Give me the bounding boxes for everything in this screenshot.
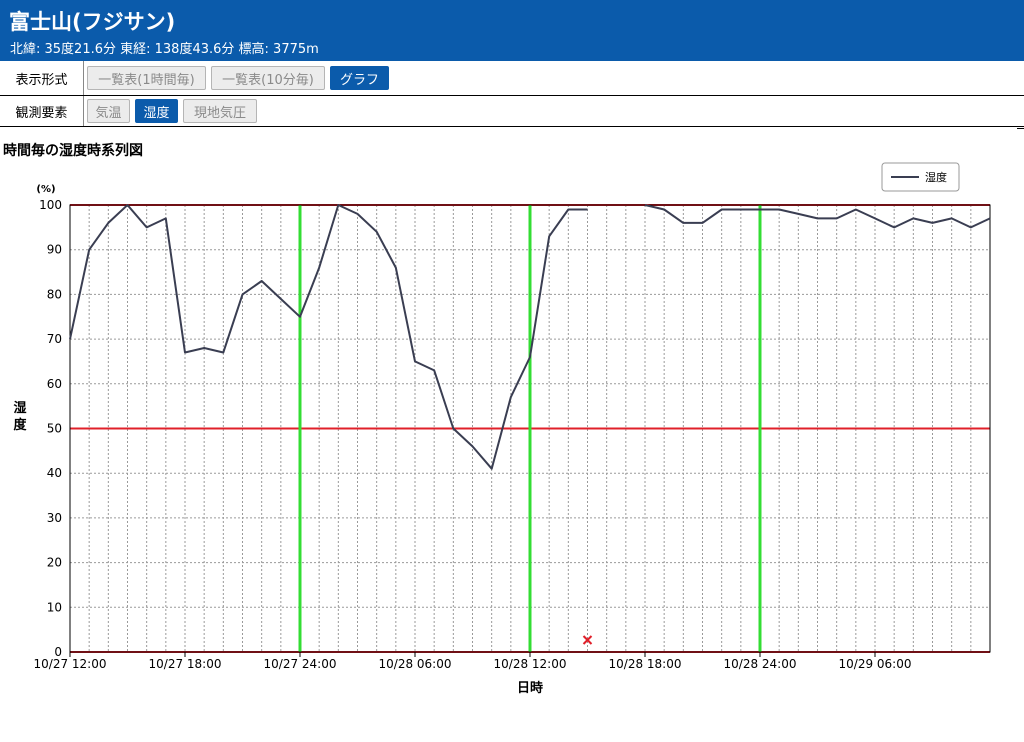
y-tick-label: 30: [47, 511, 62, 525]
y-tick-label: 80: [47, 287, 62, 301]
y-unit: (%): [36, 184, 55, 195]
x-tick-label: 10/27 12:00: [34, 657, 107, 671]
x-tick-label: 10/28 24:00: [724, 657, 797, 671]
y-tick-label: 100: [39, 198, 62, 212]
y-tick-label: 10: [47, 600, 62, 614]
humidity-chart: 0102030405060708090100 10/27 12:00 10/27 …: [13, 162, 991, 696]
legend-label: 湿度: [925, 170, 947, 184]
y-tick-labels: 0102030405060708090100: [39, 198, 62, 659]
x-tick-label: 10/27 18:00: [149, 657, 222, 671]
y-axis-label: 湿度: [13, 401, 27, 433]
y-tick-label: 20: [47, 556, 62, 570]
x-axis-label: 日時: [517, 680, 543, 696]
x-tick-labels: 10/27 12:00 10/27 18:00 10/27 24:00 10/28 0…: [34, 652, 912, 671]
series-line-segment: [644, 204, 991, 229]
y-tick-label: 40: [47, 466, 62, 480]
x-tick-label: 10/28 12:00: [494, 657, 567, 671]
legend: 湿度: [881, 162, 960, 192]
x-tick-label: 10/28 18:00: [609, 657, 682, 671]
y-tick-label: 70: [47, 332, 62, 346]
x-tick-label: 10/27 24:00: [264, 657, 337, 671]
x-tick-label: 10/28 06:00: [379, 657, 452, 671]
x-tick-label: 10/29 06:00: [839, 657, 912, 671]
y-tick-label: 60: [47, 377, 62, 391]
y-tick-label: 90: [47, 243, 62, 257]
y-tick-label: 50: [47, 422, 62, 436]
